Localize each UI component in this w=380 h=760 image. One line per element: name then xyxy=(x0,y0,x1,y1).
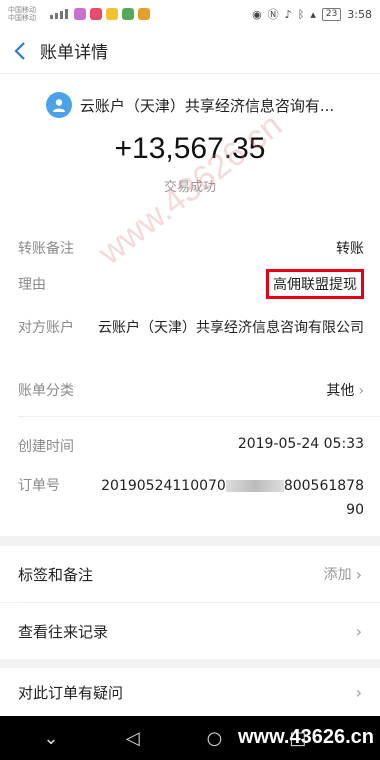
app-notification-icon xyxy=(138,8,150,20)
signal-icon xyxy=(50,9,68,19)
counterparty-row: 对方账户 云账户（天津）共享经济信息咨询有限公司 xyxy=(18,316,364,340)
order-number-label: 订单号 xyxy=(18,478,60,494)
footer-watermark: www.43626.cn xyxy=(238,726,374,748)
question-row[interactable]: 对此订单有疑问 › xyxy=(0,668,380,716)
avatar xyxy=(45,92,72,118)
carrier-1: 中国移动 xyxy=(8,6,36,14)
created-time-label: 创建时间 xyxy=(18,439,74,455)
order-number-row: 订单号 20190524110070 800561878 90 xyxy=(18,474,364,522)
created-time-row: 创建时间 2019-05-24 05:33 xyxy=(18,436,364,456)
header: 账单详情 xyxy=(0,28,380,74)
screen: 中国移动 中国移动 ◉ Ⓝ ♪ ᛒ ▴ 23 3:58 账单详情 云账户（天津）… xyxy=(0,0,380,760)
carrier-names: 中国移动 中国移动 xyxy=(8,6,44,22)
carrier-2: 中国移动 xyxy=(8,14,36,22)
redacted-block xyxy=(225,480,284,492)
app-notification-icon xyxy=(106,8,118,20)
battery-icon: 23 xyxy=(321,7,342,21)
back-button[interactable] xyxy=(0,28,40,74)
order-number-tail: 90 xyxy=(346,502,364,518)
divider xyxy=(18,416,380,417)
back-triangle-icon[interactable]: ◁ xyxy=(126,728,140,749)
counterparty-value: 云账户（天津）共享经济信息咨询有限公司 xyxy=(98,320,364,336)
chevron-right-icon: › xyxy=(355,621,362,641)
category-value: 其他 xyxy=(326,383,355,399)
transaction-amount: +13,567.35 xyxy=(114,132,266,165)
chevron-right-icon: › xyxy=(355,564,362,584)
history-row[interactable]: 查看往来记录 › xyxy=(0,603,380,659)
nfc-icon: Ⓝ xyxy=(267,8,279,21)
app-notification-icon xyxy=(122,8,134,20)
tags-notes-row[interactable]: 标签和备注 添加 › xyxy=(0,546,380,602)
collapse-icon[interactable]: ⌄ xyxy=(44,728,59,749)
home-circle-icon[interactable]: ○ xyxy=(207,728,223,749)
payee-row: 云账户（天津）共享经济信息咨询有... xyxy=(0,92,380,118)
question-label: 对此订单有疑问 xyxy=(18,683,124,702)
back-chevron-icon xyxy=(14,41,25,60)
reason-row: 理由 高佣联盟提现 xyxy=(18,264,364,304)
user-icon xyxy=(52,99,65,112)
counterparty-label: 对方账户 xyxy=(18,320,74,336)
history-label: 查看往来记录 xyxy=(18,622,109,641)
chevron-right-icon: › xyxy=(358,383,364,399)
transfer-note-value: 转账 xyxy=(336,241,364,257)
reason-value: 高佣联盟提现 xyxy=(266,269,364,299)
order-number-start: 20190524110070 xyxy=(101,478,226,494)
summary-card: 云账户（天津）共享经济信息咨询有... +13,567.35 交易成功 xyxy=(0,74,380,214)
transaction-status: 交易成功 xyxy=(163,180,216,195)
page-title: 账单详情 xyxy=(40,43,108,63)
add-tag-button[interactable]: 添加 xyxy=(324,564,352,584)
wifi-signal-icon: ▴ xyxy=(310,7,316,21)
bluetooth-icon: ᛒ xyxy=(297,7,305,21)
created-time-value: 2019-05-24 05:33 xyxy=(237,436,364,452)
category-row[interactable]: 账单分类 其他 › xyxy=(18,380,364,400)
status-right: ◉ Ⓝ ♪ ᛒ ▴ 23 3:58 xyxy=(252,6,372,22)
category-label: 账单分类 xyxy=(18,383,74,399)
app-notification-icon xyxy=(90,8,102,20)
chevron-right-icon: › xyxy=(355,682,362,702)
transfer-note-label: 转账备注 xyxy=(18,241,74,257)
mute-icon: ♪ xyxy=(284,7,292,21)
tags-notes-label: 标签和备注 xyxy=(18,565,94,584)
details-card: 转账备注 转账 理由 高佣联盟提现 对方账户 云账户（天津）共享经济信息咨询有限… xyxy=(0,214,380,536)
eye-icon: ◉ xyxy=(252,7,262,21)
reason-label: 理由 xyxy=(18,277,46,293)
order-number-end: 800561878 xyxy=(283,478,364,494)
notification-icons xyxy=(74,8,150,20)
clock: 3:58 xyxy=(347,7,372,21)
status-bar: 中国移动 中国移动 ◉ Ⓝ ♪ ᛒ ▴ 23 3:58 xyxy=(0,0,380,28)
payee-name: 云账户（天津）共享经济信息咨询有... xyxy=(79,96,335,115)
transfer-note-row: 转账备注 转账 xyxy=(18,238,364,258)
app-notification-icon xyxy=(74,8,86,20)
order-number-value: 20190524110070 800561878 90 xyxy=(98,474,364,522)
